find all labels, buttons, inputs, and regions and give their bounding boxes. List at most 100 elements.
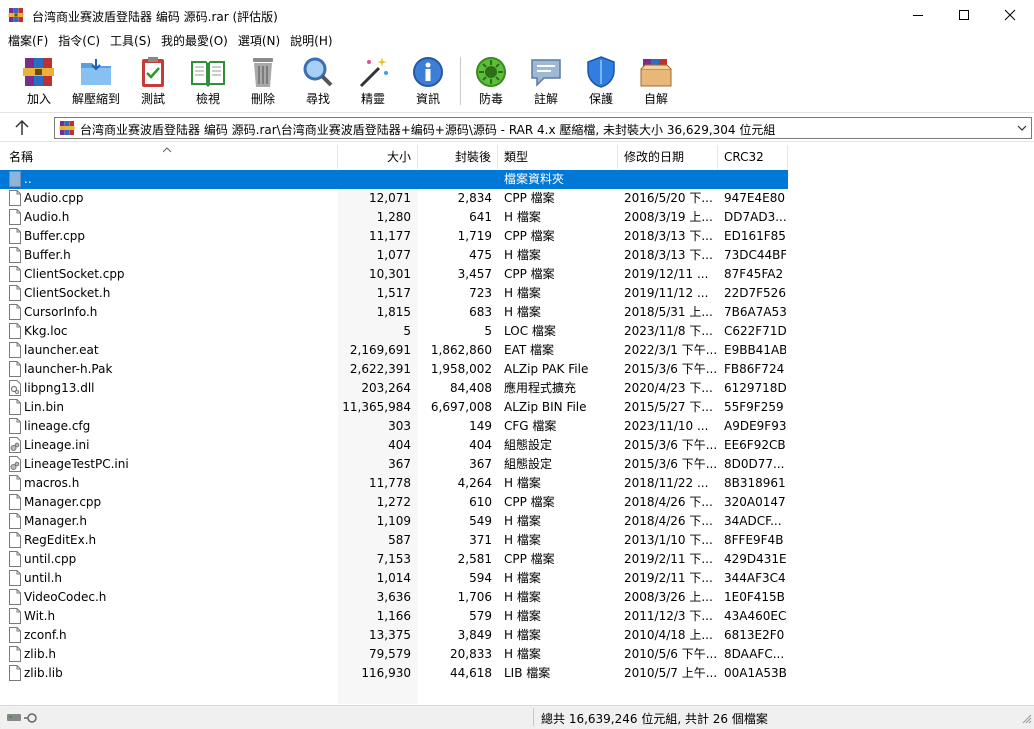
view-button[interactable]: 檢視 (179, 53, 237, 111)
file-crc: 22D7F526 (724, 286, 786, 300)
file-crc: 8B318961 (724, 476, 786, 490)
file-row[interactable]: until.h 1,014 594 H 檔案 2019/2/11 下... 344AF3C… (0, 569, 788, 588)
parent-folder-row[interactable]: .. 檔案資料夾 (0, 170, 788, 189)
file-modified-date: 2023/11/8 下... (624, 324, 713, 338)
file-row[interactable]: Manager.h 1,109 549 H 檔案 2018/4/26 下... 34ADC… (0, 512, 788, 531)
file-modified-date: 2015/3/6 下午... (624, 438, 718, 452)
file-packed-size: 1,719 (457, 229, 492, 243)
file-modified-date: 2020/4/23 下... (624, 381, 713, 395)
file-list[interactable]: 名稱 大小 封裝後 類型 修改的日期 CRC32 .. 檔案資料夾 Audio.cp… (0, 143, 1034, 704)
winrar-add-icon (23, 58, 54, 86)
file-row[interactable]: ClientSocket.h 1,517 723 H 檔案 2019/11/12 ...… (0, 284, 788, 303)
file-crc: 43A460EC (724, 609, 786, 623)
test-button[interactable]: 測試 (124, 53, 182, 111)
column-header-packed[interactable]: 封裝後 (418, 145, 498, 169)
file-modified-date: 2016/5/20 下... (624, 191, 713, 205)
file-name: VideoCodec.h (24, 590, 107, 604)
file-row[interactable]: Audio.h 1,280 641 H 檔案 2008/3/19 上... DD7AD3.… (0, 208, 788, 227)
winrar-app-icon[interactable] (8, 7, 24, 23)
file-type: H 檔案 (504, 305, 541, 319)
file-modified-date: 2019/2/11 下... (624, 552, 713, 566)
file-row[interactable]: Lineage.ini 404 404 組態設定 2015/3/6 下午... EE6F9… (0, 436, 788, 455)
file-row[interactable]: Lin.bin 11,365,984 6,697,008 ALZip BIN File… (0, 398, 788, 417)
status-separator (533, 708, 534, 726)
file-row[interactable]: Kkg.loc 5 5 LOC 檔案 2023/11/8 下... C622F71D (0, 322, 788, 341)
column-header-name[interactable]: 名稱 (0, 145, 338, 169)
file-packed-size: 404 (469, 438, 492, 452)
file-crc: 55F9F259 (724, 400, 784, 414)
chevron-down-icon[interactable] (1015, 121, 1029, 135)
file-row[interactable]: Wit.h 1,166 579 H 檔案 2011/12/3 下... 43A460EC (0, 607, 788, 626)
menu-favorites[interactable]: 我的最愛(O) (156, 31, 233, 51)
column-header-modified[interactable]: 修改的日期 (618, 145, 718, 169)
file-row[interactable]: VideoCodec.h 3,636 1,706 H 檔案 2008/3/26 上...… (0, 588, 788, 607)
column-header-size[interactable]: 大小 (338, 145, 418, 169)
file-size: 79,579 (369, 647, 411, 661)
up-folder-button[interactable] (12, 119, 32, 137)
file-row[interactable]: LineageTestPC.ini 367 367 組態設定 2015/3/6 下午..… (0, 455, 788, 474)
menu-file[interactable]: 檔案(F) (3, 31, 53, 51)
file-modified-date: 2008/3/19 上... (624, 210, 713, 224)
file-type: 檔案資料夾 (504, 172, 565, 186)
file-type: 組態設定 (504, 457, 553, 471)
delete-button[interactable]: 刪除 (234, 53, 292, 111)
file-modified-date: 2019/11/12 ... (624, 286, 709, 300)
file-row[interactable]: RegEditEx.h 587 371 H 檔案 2013/1/10 下... 8FFE9… (0, 531, 788, 550)
info-button[interactable]: 資訊 (399, 53, 457, 111)
menu-help[interactable]: 說明(H) (285, 31, 337, 51)
file-packed-size: 44,618 (450, 666, 492, 680)
file-row[interactable]: ClientSocket.cpp 10,301 3,457 CPP 檔案 2019/12… (0, 265, 788, 284)
close-button[interactable] (987, 0, 1033, 30)
file-type: 應用程式擴充 (504, 381, 577, 395)
file-crc: C622F71D (724, 324, 786, 338)
add-button[interactable]: 加入 (10, 53, 68, 111)
wizard-button[interactable]: 精靈 (344, 53, 402, 111)
file-crc: E9BB41AB (724, 343, 786, 357)
menu-options[interactable]: 選項(N) (233, 31, 285, 51)
menu-commands[interactable]: 指令(C) (53, 31, 105, 51)
file-size: 1,517 (376, 286, 411, 300)
find-button[interactable]: 尋找 (289, 53, 347, 111)
file-type: LIB 檔案 (504, 666, 551, 680)
file-row[interactable]: Manager.cpp 1,272 610 CPP 檔案 2018/4/26 下... 3… (0, 493, 788, 512)
file-name: .. (24, 172, 32, 186)
title-bar[interactable]: 台湾商业赛波盾登陆器 编码 源码.rar (評估版) (0, 0, 1034, 31)
menu-tools[interactable]: 工具(S) (105, 31, 156, 51)
file-modified-date (624, 170, 718, 189)
column-header-crc[interactable]: CRC32 (718, 145, 788, 169)
address-field[interactable]: 台湾商业赛波盾登陆器 编码 源码.rar\台湾商业赛波盾登陆器+编码+源码\源码… (54, 117, 1032, 139)
file-name: zconf.h (24, 628, 67, 642)
file-type: H 檔案 (504, 476, 541, 490)
file-modified-date: 2019/2/11 下... (624, 571, 713, 585)
file-row[interactable]: zlib.h 79,579 20,833 H 檔案 2010/5/6 下午... 8DAA… (0, 645, 788, 664)
minimize-button[interactable] (895, 0, 941, 30)
file-crc (724, 170, 786, 189)
file-row[interactable]: libpng13.dll 203,264 84,408 應用程式擴充 2020/4/23… (0, 379, 788, 398)
virus-scan-button[interactable]: 防毒 (462, 53, 520, 111)
file-row[interactable]: Buffer.cpp 11,177 1,719 CPP 檔案 2018/3/13 下..… (0, 227, 788, 246)
file-modified-date: 2018/4/26 下... (624, 514, 713, 528)
sfx-button[interactable]: 自解 (627, 53, 685, 111)
file-modified-date: 2022/3/1 下午... (624, 343, 718, 357)
file-row[interactable]: launcher.eat 2,169,691 1,862,860 EAT 檔案 2022… (0, 341, 788, 360)
file-type: H 檔案 (504, 571, 541, 585)
file-row[interactable]: zlib.lib 116,930 44,618 LIB 檔案 2010/5/7 上午..… (0, 664, 788, 683)
extract-to-button[interactable]: 解壓縮到 (67, 53, 125, 111)
file-row[interactable]: Audio.cpp 12,071 2,834 CPP 檔案 2016/5/20 下...… (0, 189, 788, 208)
comment-button[interactable]: 註解 (517, 53, 575, 111)
protect-button[interactable]: 保護 (572, 53, 630, 111)
file-row[interactable]: zconf.h 13,375 3,849 H 檔案 2010/4/18 上... 6813… (0, 626, 788, 645)
file-size: 11,365,984 (342, 400, 411, 414)
file-row[interactable]: macros.h 11,778 4,264 H 檔案 2018/11/22 ... 8B3… (0, 474, 788, 493)
file-modified-date: 2011/12/3 下... (624, 609, 713, 623)
file-row[interactable]: CursorInfo.h 1,815 683 H 檔案 2018/5/31 上... 7B… (0, 303, 788, 322)
file-row[interactable]: until.cpp 7,153 2,581 CPP 檔案 2019/2/11 下... 4… (0, 550, 788, 569)
close-icon (1004, 9, 1016, 21)
resize-grip-icon[interactable] (1022, 713, 1032, 727)
file-row[interactable]: lineage.cfg 303 149 CFG 檔案 2023/11/10 ... A9D… (0, 417, 788, 436)
column-header-type[interactable]: 類型 (498, 145, 618, 169)
file-row[interactable]: Buffer.h 1,077 475 H 檔案 2018/3/13 下... 73DC44… (0, 246, 788, 265)
file-name: launcher-h.Pak (24, 362, 113, 376)
file-row[interactable]: launcher-h.Pak 2,622,391 1,958,002 ALZip PA… (0, 360, 788, 379)
maximize-button[interactable] (941, 0, 987, 30)
